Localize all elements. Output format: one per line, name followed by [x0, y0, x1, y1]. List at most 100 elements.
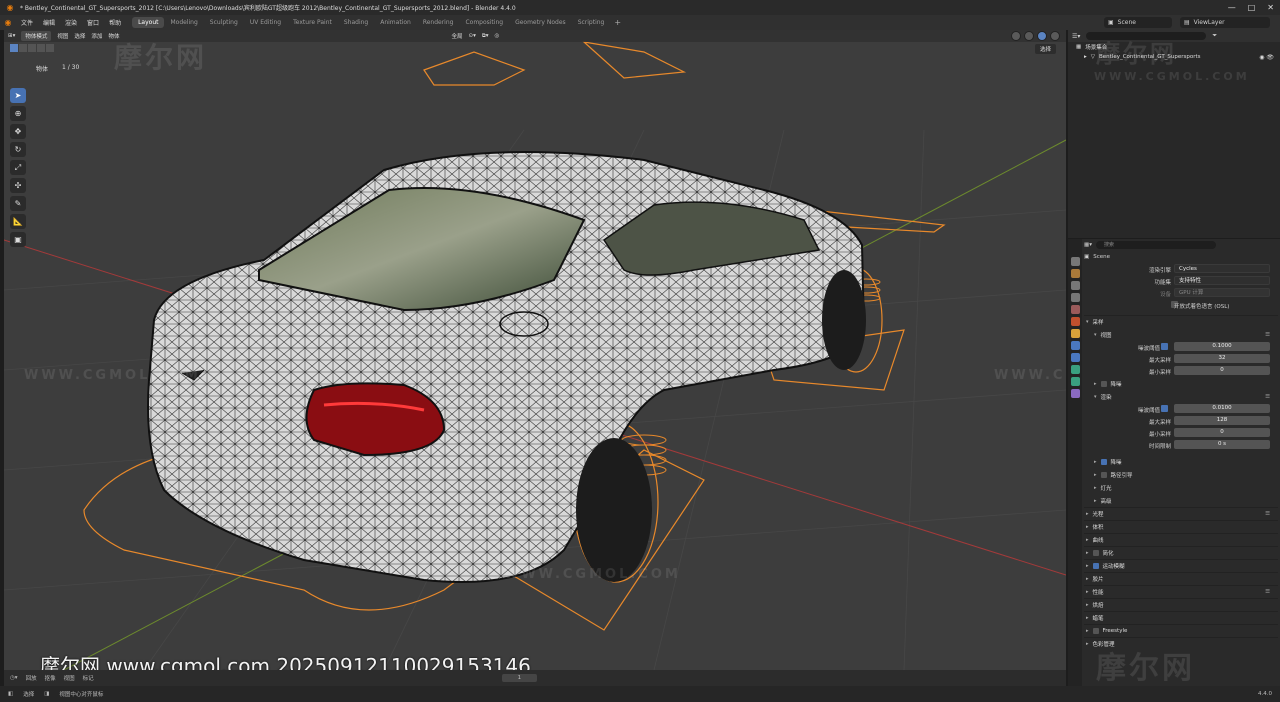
pivot-icon[interactable]: ⊙▾: [468, 33, 475, 39]
render-tab-icon[interactable]: [1070, 269, 1080, 278]
tab-layout[interactable]: Layout: [132, 17, 165, 28]
outliner-editor-icon[interactable]: ☰▾: [1072, 33, 1080, 40]
vp-denoise-header[interactable]: ▸ 降噪: [1084, 377, 1278, 390]
menu-help[interactable]: 帮助: [104, 18, 126, 27]
vp-noise-threshold-field[interactable]: 0.1000: [1174, 342, 1270, 351]
measure-tool-icon[interactable]: 📐: [10, 214, 26, 229]
menu-object[interactable]: 物体: [108, 32, 119, 40]
viewport-presets-icon[interactable]: ☰: [1265, 332, 1270, 338]
select-invert-button[interactable]: [37, 44, 45, 52]
motion-blur-panel-header[interactable]: ▸ 运动模糊: [1084, 559, 1278, 572]
visibility-eye-icon[interactable]: ◉ 👁: [1259, 54, 1274, 61]
render-presets-icon[interactable]: ☰: [1265, 394, 1270, 400]
shading-material-button[interactable]: [1037, 31, 1047, 41]
r-max-samples-field[interactable]: 128: [1174, 416, 1270, 425]
menu-render[interactable]: 渲染: [60, 18, 82, 27]
timeline-view[interactable]: 视图: [64, 674, 75, 682]
outliner-object-row[interactable]: ▸ ▽ Bentley_Continental_GT_Supersports ◉…: [1068, 52, 1280, 62]
proportional-edit-icon[interactable]: ◎: [495, 33, 500, 39]
scene-selector[interactable]: ▣ Scene: [1104, 17, 1172, 28]
current-frame-field[interactable]: 1: [501, 674, 538, 682]
move-tool-icon[interactable]: ✥: [10, 124, 26, 139]
freestyle-checkbox[interactable]: [1092, 628, 1099, 634]
constraints-tab-icon[interactable]: [1070, 377, 1080, 386]
r-time-limit-field[interactable]: 0 s: [1174, 440, 1270, 449]
close-button[interactable]: ✕: [1267, 3, 1274, 12]
shading-wireframe-button[interactable]: [1011, 31, 1021, 41]
tab-modeling[interactable]: Modeling: [164, 17, 203, 28]
r-denoise-header[interactable]: ▸ 降噪: [1084, 455, 1278, 468]
rotate-tool-icon[interactable]: ↻: [10, 142, 26, 157]
modifier-tab-icon[interactable]: [1070, 341, 1080, 350]
tab-scripting[interactable]: Scripting: [572, 17, 611, 28]
vp-max-samples-field[interactable]: 32: [1174, 354, 1270, 363]
view-layer-tab-icon[interactable]: [1070, 293, 1080, 302]
select-intersect-button[interactable]: [46, 44, 54, 52]
tab-texture-paint[interactable]: Texture Paint: [287, 17, 338, 28]
physics-tab-icon[interactable]: [1070, 365, 1080, 374]
advanced-header[interactable]: ▸ 高级: [1084, 494, 1278, 507]
r-noise-threshold-field[interactable]: 0.0100: [1174, 404, 1270, 413]
r-min-samples-field[interactable]: 0: [1174, 428, 1270, 437]
sampling-panel-header[interactable]: ▾ 采样: [1084, 315, 1278, 328]
editor-type-icon[interactable]: ⊞▾: [8, 33, 15, 39]
snap-icon[interactable]: ⧉▾: [482, 33, 489, 40]
properties-search-input[interactable]: 搜索: [1095, 241, 1216, 249]
render-sampling-header[interactable]: ▾ 渲染 ☰: [1084, 390, 1278, 403]
path-guiding-header[interactable]: ▸ 路径引导: [1084, 468, 1278, 481]
scene-tab-icon[interactable]: [1070, 305, 1080, 314]
cursor-tool-icon[interactable]: ⊕: [10, 106, 26, 121]
tab-sculpting[interactable]: Sculpting: [204, 17, 244, 28]
blender-menu-icon[interactable]: ◉: [0, 18, 16, 27]
output-tab-icon[interactable]: [1070, 281, 1080, 290]
tab-geometry-nodes[interactable]: Geometry Nodes: [509, 17, 572, 28]
playback-icon[interactable]: ◷▾: [10, 675, 18, 681]
outliner-scene-collection[interactable]: ▦ 场景集合: [1068, 42, 1280, 52]
light-paths-presets-icon[interactable]: ☰: [1265, 511, 1270, 517]
timeline-playback[interactable]: 回放: [26, 674, 37, 682]
transform-orientation-dropdown[interactable]: 全局: [451, 32, 462, 40]
volumes-panel-header[interactable]: ▸ 体积: [1084, 520, 1278, 533]
tab-compositing[interactable]: Compositing: [459, 17, 509, 28]
grease-pencil-panel-header[interactable]: ▸ 蜡笔: [1084, 611, 1278, 624]
device-dropdown[interactable]: GPU 计算: [1174, 288, 1270, 297]
shading-solid-button[interactable]: [1024, 31, 1034, 41]
path-guiding-checkbox[interactable]: [1100, 471, 1107, 478]
feature-set-dropdown[interactable]: 支持特性: [1174, 276, 1270, 285]
bake-panel-header[interactable]: ▸ 烘焙: [1084, 598, 1278, 611]
menu-view[interactable]: 视图: [57, 32, 68, 40]
color-management-panel-header[interactable]: ▸ 色彩管理: [1084, 637, 1278, 650]
tool-tab-icon[interactable]: [1070, 257, 1080, 266]
menu-add[interactable]: 添加: [91, 32, 102, 40]
vp-denoise-checkbox[interactable]: [1100, 380, 1107, 387]
object-tab-icon[interactable]: [1070, 329, 1080, 338]
scale-tool-icon[interactable]: ⤢: [10, 160, 26, 175]
timeline-keying[interactable]: 抠像: [45, 674, 56, 682]
simplify-panel-header[interactable]: ▸ 简化: [1084, 546, 1278, 559]
menu-window[interactable]: 窗口: [82, 18, 104, 27]
tab-uv-editing[interactable]: UV Editing: [244, 17, 287, 28]
maximize-button[interactable]: □: [1248, 3, 1256, 12]
3d-viewport[interactable]: 摩尔网 WWW.CGMOL.COM WWW.CGMOL.COM WWW.CGMO…: [4, 30, 1066, 670]
curves-panel-header[interactable]: ▸ 曲线: [1084, 533, 1278, 546]
expand-icon[interactable]: ▸: [1084, 54, 1087, 60]
viewport-sampling-header[interactable]: ▾ 视图 ☰: [1084, 328, 1278, 341]
shading-rendered-button[interactable]: [1050, 31, 1060, 41]
select-extend-button[interactable]: [19, 44, 27, 52]
select-tool-icon[interactable]: ➤: [10, 88, 26, 103]
vp-noise-threshold-checkbox[interactable]: [1161, 343, 1168, 350]
vp-min-samples-field[interactable]: 0: [1174, 366, 1270, 375]
performance-presets-icon[interactable]: ☰: [1265, 589, 1270, 595]
menu-file[interactable]: 文件: [16, 18, 38, 27]
view-layer-selector[interactable]: ▤ ViewLayer: [1180, 17, 1270, 28]
options-dropdown[interactable]: 选择: [1034, 44, 1056, 54]
select-subtract-button[interactable]: [28, 44, 36, 52]
annotate-tool-icon[interactable]: ✎: [10, 196, 26, 211]
performance-panel-header[interactable]: ▸ 性能 ☰: [1084, 585, 1278, 598]
r-noise-threshold-checkbox[interactable]: [1161, 405, 1168, 412]
motion-blur-checkbox[interactable]: [1092, 563, 1099, 569]
freestyle-panel-header[interactable]: ▸ Freestyle: [1084, 624, 1278, 637]
tab-shading[interactable]: Shading: [338, 17, 374, 28]
filter-icon[interactable]: ⏷: [1212, 32, 1217, 40]
mode-selector[interactable]: 物体模式: [21, 31, 52, 41]
